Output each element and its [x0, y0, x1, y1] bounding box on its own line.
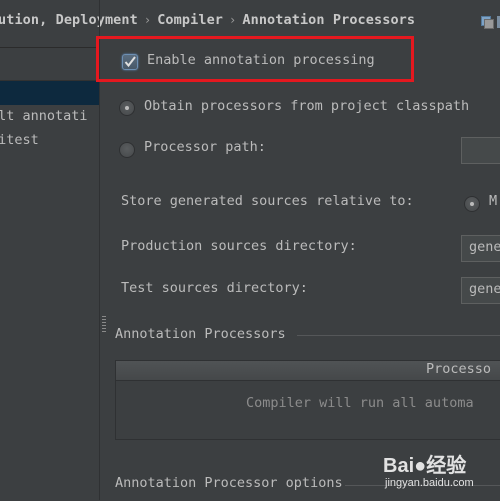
breadcrumb: ution, Deployment › Compiler › Annotation Pr…	[0, 12, 415, 28]
table-header: Processo	[116, 361, 500, 381]
watermark-url: jingyan.baidu.com	[385, 477, 474, 489]
drag-handle-icon[interactable]	[102, 316, 106, 332]
breadcrumb-item[interactable]: Compiler	[157, 12, 223, 28]
column-header-processor[interactable]: Processo	[426, 361, 491, 377]
obtain-processors-label[interactable]: Obtain processors from project classpath	[144, 98, 469, 114]
breadcrumb-separator: ›	[229, 13, 237, 27]
breadcrumb-item[interactable]: ution, Deployment	[0, 12, 138, 28]
store-relative-module-radio[interactable]	[464, 196, 480, 212]
test-sources-label: Test sources directory:	[121, 280, 308, 296]
annotation-processor-options-section-title: Annotation Processor options	[115, 475, 343, 491]
obtain-processors-radio[interactable]	[119, 100, 135, 116]
store-generated-label: Store generated sources relative to:	[121, 193, 414, 209]
breadcrumb-separator: ›	[143, 13, 152, 27]
sidebar-item-default-annotation[interactable]: ult annotati	[0, 108, 88, 124]
enable-annotation-processing-checkbox[interactable]	[122, 54, 138, 70]
watermark-brand: Bai●经验	[383, 455, 467, 477]
production-sources-label: Production sources directory:	[121, 238, 357, 254]
sidebar-item-pitest[interactable]: pitest	[0, 132, 39, 148]
section-divider	[297, 335, 500, 336]
table-empty-text: Compiler will run all automa	[246, 395, 474, 411]
processor-path-input[interactable]	[461, 137, 500, 164]
settings-sidebar: ult annotati pitest	[0, 47, 99, 501]
processor-path-label[interactable]: Processor path:	[144, 139, 266, 155]
test-sources-input[interactable]: gene	[461, 277, 500, 304]
annotation-processors-table[interactable]: Processo Compiler will run all automa	[115, 360, 500, 440]
breadcrumb-item-current: Annotation Processors	[242, 12, 416, 28]
store-relative-module-label[interactable]: M	[489, 193, 497, 209]
baidu-watermark: Bai●经验 jingyan.baidu.com	[383, 445, 500, 495]
sidebar-item-selected[interactable]	[0, 81, 99, 105]
enable-annotation-processing-label[interactable]: Enable annotation processing	[147, 52, 375, 68]
checkmark-icon	[124, 56, 136, 68]
sidebar-header	[0, 48, 99, 81]
processor-path-radio[interactable]	[119, 142, 135, 158]
annotation-processors-section-title: Annotation Processors	[115, 326, 286, 342]
production-sources-input[interactable]: gene	[461, 235, 500, 262]
copy-settings-icon[interactable]	[481, 16, 494, 29]
